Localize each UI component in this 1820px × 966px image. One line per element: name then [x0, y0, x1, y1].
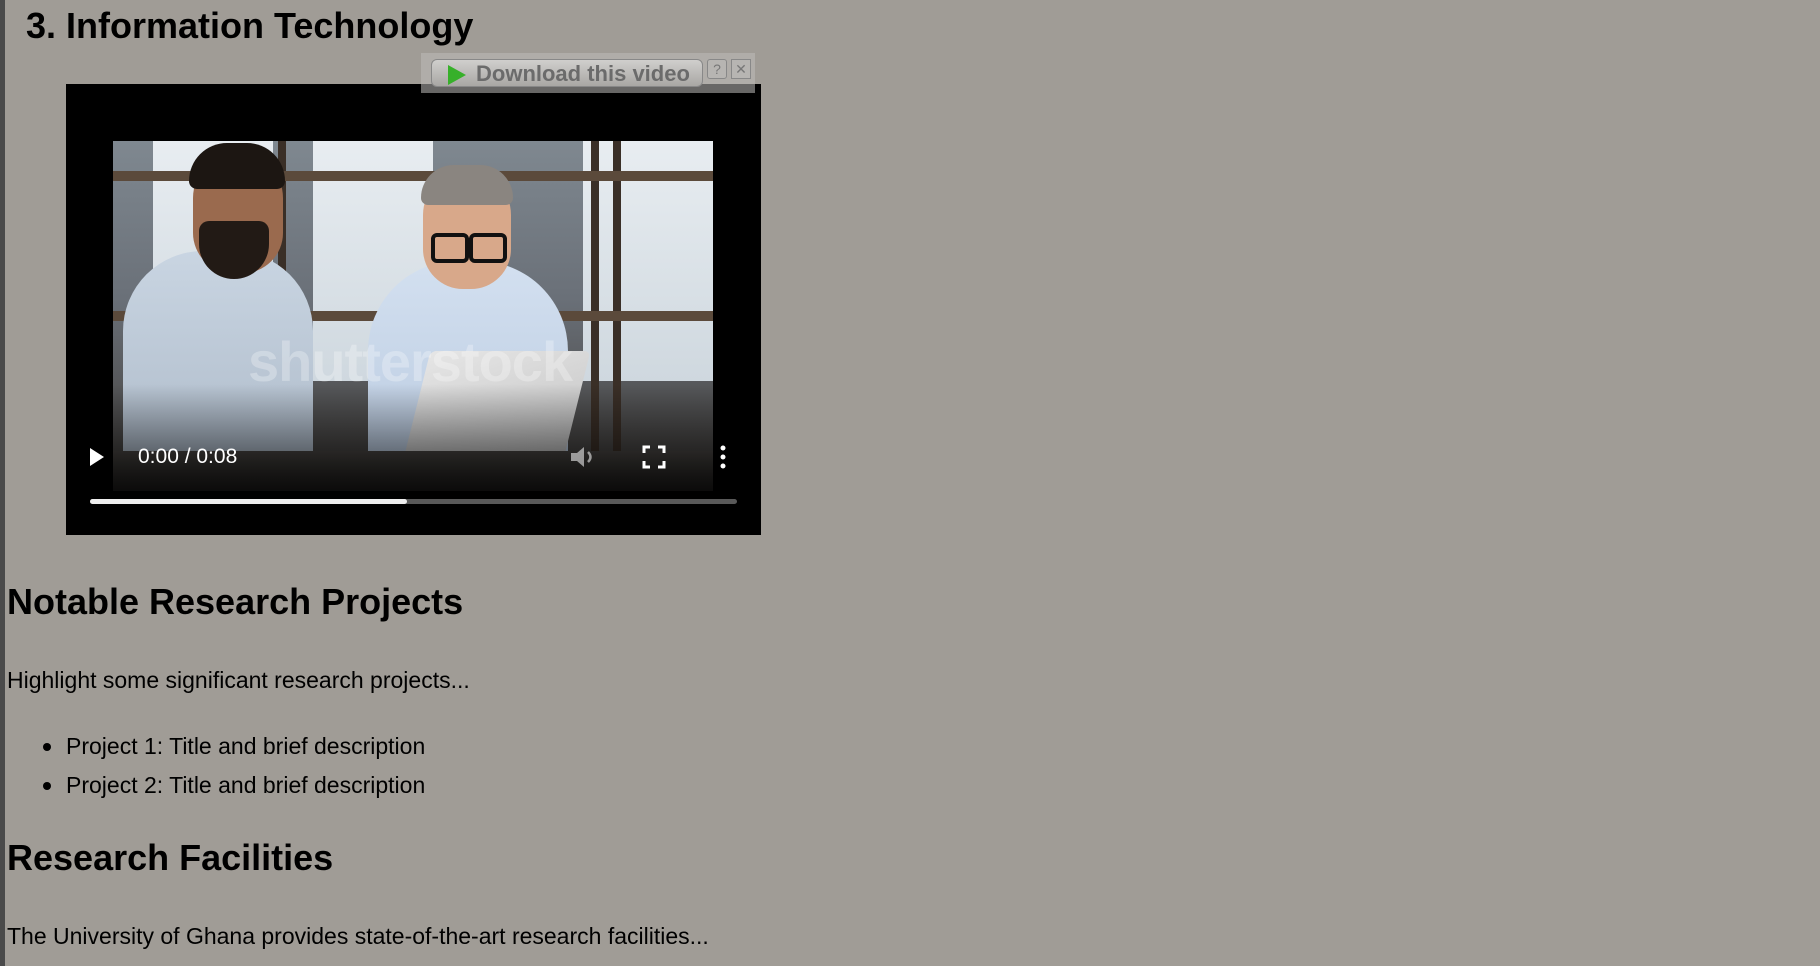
project-text: Project 2: Title and brief description: [66, 772, 426, 798]
project-text: Project 1: Title and brief description: [66, 733, 426, 759]
video-player[interactable]: shutterstock 0:00 / 0:08: [66, 84, 761, 535]
download-play-icon: [448, 65, 466, 85]
person-right-hair: [421, 165, 513, 205]
volume-icon[interactable]: [568, 444, 598, 470]
window-left-edge: [0, 0, 5, 966]
section-heading: 3. Information Technology: [26, 5, 474, 46]
progress-buffered: [90, 499, 408, 504]
list-item: Project 2: Title and brief description: [43, 766, 426, 805]
project-list: Project 1: Title and brief description P…: [43, 727, 426, 805]
projects-heading: Notable Research Projects: [7, 581, 464, 622]
facilities-text: The University of Ghana provides state-o…: [7, 923, 709, 949]
glasses-right-lens: [469, 233, 507, 263]
list-item: Project 1: Title and brief description: [43, 727, 426, 766]
play-icon[interactable]: [90, 448, 104, 466]
download-overlay: Download this video ? ✕: [421, 53, 755, 93]
bullet-icon: [43, 782, 51, 790]
fullscreen-icon[interactable]: [641, 444, 667, 470]
glasses-left-lens: [431, 233, 469, 263]
bullet-icon: [43, 743, 51, 751]
facilities-heading: Research Facilities: [7, 837, 334, 878]
projects-intro: Highlight some significant research proj…: [7, 667, 470, 693]
download-video-button[interactable]: Download this video: [431, 59, 703, 87]
time-display: 0:00 / 0:08: [138, 445, 238, 468]
download-button-label: Download this video: [476, 61, 690, 86]
help-button[interactable]: ?: [707, 59, 727, 79]
controls-gradient: [66, 384, 761, 494]
progress-bar[interactable]: [90, 499, 737, 504]
more-options-icon[interactable]: [718, 444, 728, 470]
close-button[interactable]: ✕: [731, 59, 751, 79]
